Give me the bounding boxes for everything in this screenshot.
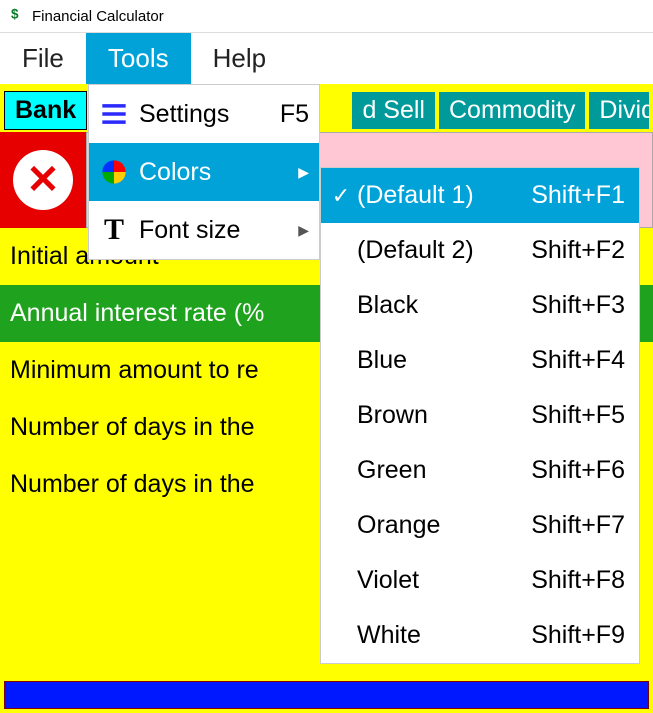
color-option-white[interactable]: White Shift+F9 xyxy=(321,608,639,663)
tab-dividends[interactable]: Divid xyxy=(589,92,649,129)
color-option-brown[interactable]: Brown Shift+F5 xyxy=(321,388,639,443)
colors-icon xyxy=(99,157,129,187)
menu-file[interactable]: File xyxy=(0,33,86,84)
color-option-label: Blue xyxy=(357,346,527,375)
menu-bar: File Tools Help xyxy=(0,32,653,84)
color-option-blue[interactable]: Blue Shift+F4 xyxy=(321,333,639,388)
color-option-shortcut: Shift+F8 xyxy=(531,566,625,595)
color-option-shortcut: Shift+F4 xyxy=(531,346,625,375)
color-option-label: Black xyxy=(357,291,527,320)
check-icon: ✓ xyxy=(329,183,353,209)
color-option-label: Brown xyxy=(357,401,527,430)
chevron-right-icon: ▶ xyxy=(298,222,309,239)
menu-item-shortcut: F5 xyxy=(280,100,309,129)
color-option-default2[interactable]: (Default 2) Shift+F2 xyxy=(321,223,639,278)
menu-item-fontsize[interactable]: T Font size ▶ xyxy=(89,201,319,259)
compute-bar[interactable] xyxy=(4,681,649,709)
colors-submenu: ✓ (Default 1) Shift+F1 (Default 2) Shift… xyxy=(320,167,640,664)
tab-commodity[interactable]: Commodity xyxy=(439,92,585,129)
menu-help[interactable]: Help xyxy=(191,33,288,84)
color-option-shortcut: Shift+F3 xyxy=(531,291,625,320)
color-option-label: Green xyxy=(357,456,527,485)
color-option-shortcut: Shift+F7 xyxy=(531,511,625,540)
color-option-label: Violet xyxy=(357,566,527,595)
fontsize-icon: T xyxy=(99,215,129,245)
color-option-label: White xyxy=(357,621,527,650)
color-option-orange[interactable]: Orange Shift+F7 xyxy=(321,498,639,553)
menu-item-label: Settings xyxy=(139,100,270,129)
settings-icon xyxy=(99,99,129,129)
menu-item-label: Colors xyxy=(139,158,288,187)
tools-dropdown: Settings F5 Colors ▶ T Font size ▶ xyxy=(88,84,320,260)
color-option-shortcut: Shift+F6 xyxy=(531,456,625,485)
menu-tools[interactable]: Tools xyxy=(86,33,191,84)
color-option-violet[interactable]: Violet Shift+F8 xyxy=(321,553,639,608)
color-option-green[interactable]: Green Shift+F6 xyxy=(321,443,639,498)
window-title: Financial Calculator xyxy=(32,8,164,25)
color-option-shortcut: Shift+F9 xyxy=(531,621,625,650)
menu-item-colors[interactable]: Colors ▶ xyxy=(89,143,319,201)
svg-text:$: $ xyxy=(11,7,19,22)
color-option-shortcut: Shift+F2 xyxy=(531,236,625,265)
color-option-label: (Default 2) xyxy=(357,236,527,265)
title-bar: $ Financial Calculator xyxy=(0,0,653,32)
close-icon: ✕ xyxy=(26,160,60,200)
tab-bank[interactable]: Bank xyxy=(4,91,87,130)
menu-item-label: Font size xyxy=(139,216,288,245)
color-option-shortcut: Shift+F5 xyxy=(531,401,625,430)
color-option-label: Orange xyxy=(357,511,527,540)
chevron-right-icon: ▶ xyxy=(298,164,309,181)
app-icon: $ xyxy=(8,5,26,27)
tab-sell[interactable]: d Sell xyxy=(352,92,435,129)
close-cell: ✕ xyxy=(0,132,86,228)
color-option-label: (Default 1) xyxy=(357,181,527,210)
color-option-shortcut: Shift+F1 xyxy=(531,181,625,210)
menu-item-settings[interactable]: Settings F5 xyxy=(89,85,319,143)
color-option-black[interactable]: Black Shift+F3 xyxy=(321,278,639,333)
close-button[interactable]: ✕ xyxy=(13,150,73,210)
color-option-default1[interactable]: ✓ (Default 1) Shift+F1 xyxy=(321,168,639,223)
